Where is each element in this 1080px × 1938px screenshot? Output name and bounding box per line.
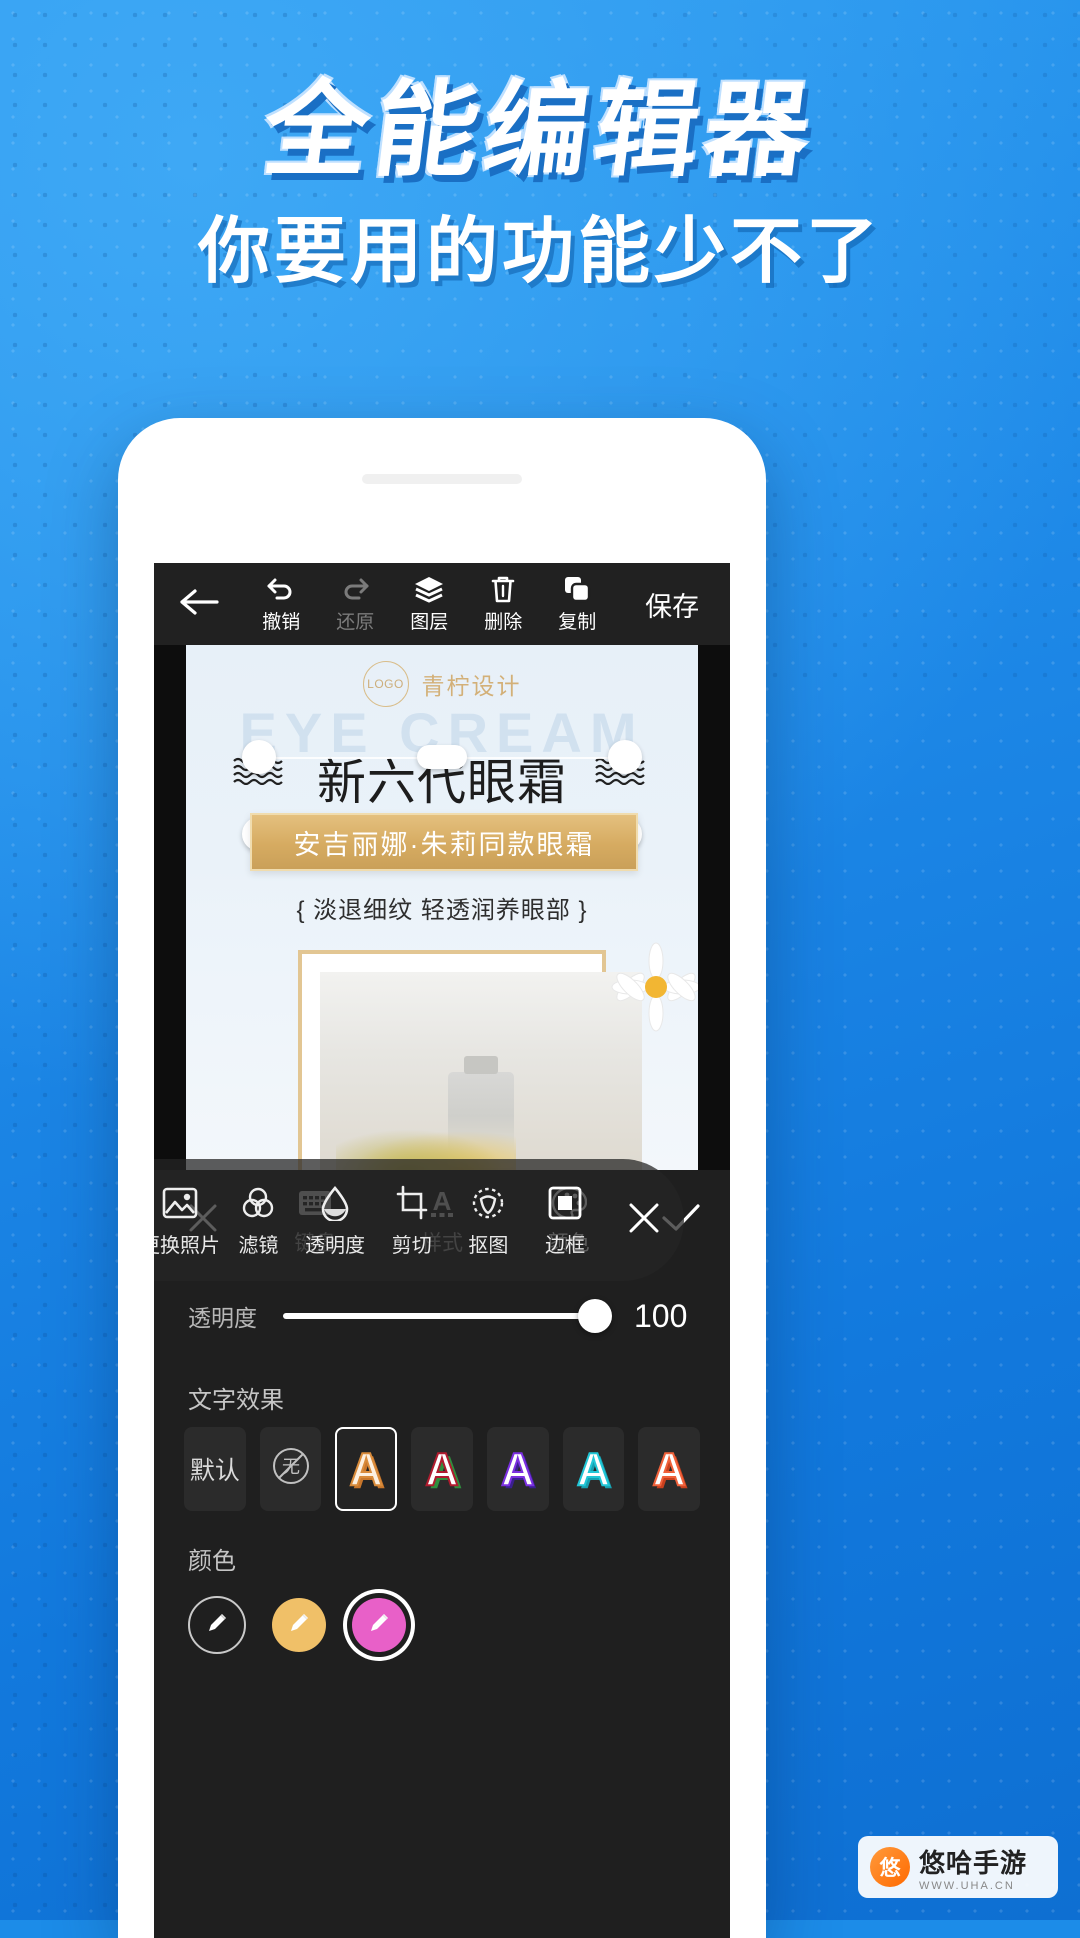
poster-subheadline: 你要用的功能少不了 bbox=[197, 209, 882, 293]
delete-label: 删除 bbox=[484, 612, 523, 633]
frame-label: 边框 bbox=[545, 1234, 586, 1257]
layers-button[interactable]: 图层 bbox=[392, 574, 466, 634]
image-tools-floating-toolbar: 更换照片 滤镜 透明度 剪切 bbox=[154, 1159, 684, 1281]
logo-placeholder-icon: LOGO bbox=[362, 661, 409, 707]
canvas-logo-row[interactable]: LOGO 青柠设计 bbox=[186, 661, 698, 707]
crop-icon bbox=[394, 1183, 430, 1223]
copy-icon bbox=[562, 574, 592, 604]
pencil-icon bbox=[366, 1610, 392, 1641]
editor-canvas-area: EYE CREAM LOGO 青柠设计 新六代眼霜 安吉丽娜·朱莉同款眼霜 {… bbox=[154, 645, 730, 1170]
effect-none[interactable]: 无 bbox=[259, 1427, 322, 1511]
frame-button[interactable]: 边框 bbox=[527, 1183, 604, 1258]
canvas-note-text[interactable]: { 淡退细纹 轻透润养眼部 } bbox=[186, 890, 698, 925]
watermark-name: 悠哈手游 bbox=[919, 1847, 1028, 1878]
undo-label: 撤销 bbox=[262, 612, 301, 633]
replace-photo-button[interactable]: 更换照片 bbox=[154, 1183, 220, 1258]
text-effects-title: 文字效果 bbox=[188, 1387, 284, 1414]
watermark-url: WWW.UHA.CN bbox=[919, 1879, 1015, 1892]
layers-label: 图层 bbox=[410, 612, 449, 633]
selection-handle-top-center[interactable] bbox=[417, 745, 467, 769]
color-swatch-gold[interactable] bbox=[272, 1598, 326, 1652]
effect-style-1[interactable]: A bbox=[335, 1427, 398, 1511]
filter-button[interactable]: 滤镜 bbox=[220, 1183, 297, 1258]
opacity-button[interactable]: 透明度 bbox=[297, 1183, 374, 1258]
replace-photo-label: 更换照片 bbox=[154, 1234, 220, 1257]
pencil-icon bbox=[286, 1610, 312, 1641]
text-effects-list: 默认 无 A A A A bbox=[154, 1421, 730, 1511]
phone-screen: 撤销 还原 图层 删除 复制 保存 EYE CREAM LOGO 青柠设计 新六… bbox=[154, 563, 730, 1938]
trash-icon bbox=[490, 574, 516, 604]
back-arrow-icon bbox=[178, 587, 220, 622]
close-icon bbox=[624, 1198, 664, 1243]
image-icon bbox=[161, 1183, 199, 1223]
cutout-label: 抠图 bbox=[468, 1234, 509, 1257]
crop-button[interactable]: 剪切 bbox=[373, 1183, 450, 1258]
layers-icon bbox=[413, 574, 445, 604]
undo-button[interactable]: 撤销 bbox=[244, 574, 318, 634]
filter-label: 滤镜 bbox=[238, 1234, 279, 1257]
cutout-icon bbox=[470, 1183, 506, 1223]
delete-button[interactable]: 删除 bbox=[466, 574, 540, 634]
cutout-button[interactable]: 抠图 bbox=[450, 1183, 527, 1258]
poster-headline: 全能编辑器 bbox=[257, 69, 823, 191]
effect-default-label: 默认 bbox=[189, 1457, 240, 1485]
frame-icon bbox=[547, 1183, 583, 1223]
opacity-row-label: 透明度 bbox=[188, 1305, 257, 1331]
effect-style-3[interactable]: A bbox=[486, 1427, 549, 1511]
undo-icon bbox=[266, 574, 296, 604]
canvas-banner-text[interactable]: 安吉丽娜·朱莉同款眼霜 bbox=[250, 813, 638, 871]
site-watermark: 悠 悠哈手游 WWW.UHA.CN bbox=[858, 1836, 1058, 1898]
back-button[interactable] bbox=[154, 587, 244, 622]
redo-button[interactable]: 还原 bbox=[318, 574, 392, 634]
colors-title: 颜色 bbox=[188, 1548, 236, 1575]
color-swatch-list bbox=[154, 1582, 730, 1654]
effect-style-4-glyph: A bbox=[576, 1443, 611, 1495]
redo-icon bbox=[340, 574, 370, 604]
effect-default[interactable]: 默认 bbox=[184, 1427, 246, 1511]
opacity-slider[interactable] bbox=[283, 1299, 612, 1333]
phone-mockup: 撤销 还原 图层 删除 复制 保存 EYE CREAM LOGO 青柠设计 新六… bbox=[118, 418, 766, 1938]
filter-circles-icon bbox=[239, 1183, 277, 1223]
canvas-brand-text: 青柠设计 bbox=[421, 673, 522, 699]
opacity-label: 透明度 bbox=[305, 1234, 366, 1257]
droplet-icon bbox=[318, 1183, 352, 1223]
effect-style-5[interactable]: A bbox=[638, 1427, 701, 1511]
copy-label: 复制 bbox=[558, 612, 597, 633]
decoration-flower bbox=[610, 941, 698, 1033]
design-canvas[interactable]: EYE CREAM LOGO 青柠设计 新六代眼霜 安吉丽娜·朱莉同款眼霜 {… bbox=[186, 645, 698, 1170]
effect-style-1-glyph: A bbox=[349, 1443, 384, 1495]
editor-top-toolbar: 撤销 还原 图层 删除 复制 保存 bbox=[154, 563, 730, 645]
selection-handle-top-right[interactable] bbox=[608, 740, 642, 774]
phone-speaker bbox=[362, 474, 522, 484]
effect-style-2[interactable]: A bbox=[411, 1427, 473, 1511]
redo-label: 还原 bbox=[336, 612, 375, 633]
none-circle-icon: 无 bbox=[268, 1443, 314, 1496]
save-button[interactable]: 保存 bbox=[614, 585, 730, 624]
opacity-value: 100 bbox=[634, 1297, 688, 1334]
text-editing-panel: 键盘 A 样式 颜色 bbox=[154, 1170, 730, 1938]
color-swatch-pink[interactable] bbox=[352, 1598, 406, 1652]
effect-style-3-glyph: A bbox=[500, 1443, 535, 1495]
watermark-logo-icon: 悠 bbox=[870, 1847, 910, 1887]
color-swatch-custom[interactable] bbox=[188, 1596, 246, 1654]
effect-style-5-glyph: A bbox=[652, 1443, 687, 1495]
pencil-icon bbox=[204, 1610, 230, 1641]
opacity-slider-knob[interactable] bbox=[578, 1299, 612, 1333]
close-float-toolbar-button[interactable] bbox=[603, 1198, 684, 1243]
effect-style-4[interactable]: A bbox=[562, 1427, 625, 1511]
editor-action-group: 撤销 还原 图层 删除 复制 bbox=[244, 574, 614, 634]
selection-handle-top-left[interactable] bbox=[242, 740, 276, 774]
crop-label: 剪切 bbox=[391, 1234, 432, 1257]
copy-button[interactable]: 复制 bbox=[540, 574, 614, 634]
opacity-control-row: 透明度 100 bbox=[154, 1270, 730, 1362]
effect-style-2-glyph: A bbox=[424, 1443, 459, 1495]
